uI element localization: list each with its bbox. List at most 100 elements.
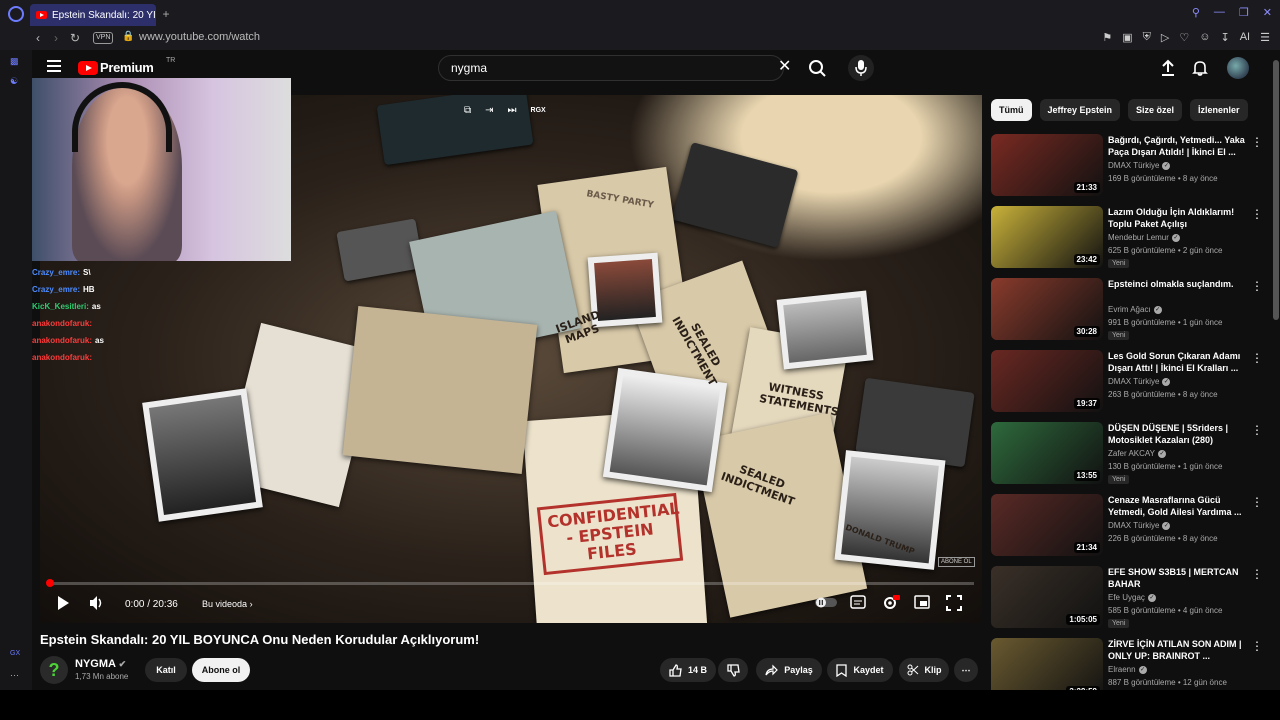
heart-icon[interactable]: ♡ bbox=[1179, 31, 1189, 44]
pip-icon[interactable]: ⧉ bbox=[464, 105, 471, 116]
clip-button[interactable]: Klip bbox=[899, 658, 949, 682]
recommended-video[interactable]: 30:28 Epsteinci olmakla suçlandım. Evrim A… bbox=[991, 278, 1271, 342]
sidebar-messenger-icon[interactable]: ▩ bbox=[10, 56, 22, 66]
subtitles-icon[interactable] bbox=[850, 595, 866, 609]
progress-bar[interactable] bbox=[46, 579, 974, 587]
video-title[interactable]: Lazım Olduğu İçin Aldıklarım! Toplu Pake… bbox=[1108, 206, 1248, 230]
video-thumbnail[interactable]: 19:37 bbox=[991, 350, 1103, 412]
save-button[interactable]: Kaydet bbox=[827, 658, 893, 682]
settings-gear-icon[interactable] bbox=[882, 595, 900, 611]
channel-name[interactable]: NYGMA ✔ bbox=[75, 658, 126, 670]
chip-2[interactable]: Size özel bbox=[1128, 99, 1183, 121]
video-title[interactable]: Les Gold Sorun Çıkaran Adamı Dışarı Attı… bbox=[1108, 350, 1248, 374]
video-thumbnail[interactable]: 30:28 bbox=[991, 278, 1103, 340]
recommended-video[interactable]: 21:33 Bağırdı, Çağırdı, Yetmedi... Yaka P… bbox=[991, 134, 1271, 198]
chat-username[interactable]: Crazy_emre: bbox=[32, 285, 80, 294]
like-button[interactable]: 14 B bbox=[660, 658, 716, 682]
back-icon[interactable]: ‹ bbox=[36, 31, 40, 45]
video-title[interactable]: Epsteinci olmakla suçlandım. bbox=[1108, 278, 1248, 290]
screenshot-icon[interactable]: ▣ bbox=[1122, 31, 1132, 44]
upload-icon[interactable] bbox=[1159, 59, 1177, 77]
profile-icon[interactable]: ☺ bbox=[1199, 31, 1210, 44]
channel-name[interactable]: DMAX Türkiye ✓ bbox=[1108, 161, 1171, 170]
sidebar-more-icon[interactable]: ⋯ bbox=[10, 670, 22, 680]
browser-logo-icon[interactable] bbox=[8, 6, 24, 22]
play-button[interactable] bbox=[56, 595, 70, 611]
recommended-video[interactable]: 19:37 Les Gold Sorun Çıkaran Adamı Dışarı… bbox=[991, 350, 1271, 414]
more-options-icon[interactable]: ⋮ bbox=[1251, 352, 1263, 364]
menu-icon[interactable]: ☰ bbox=[1260, 31, 1270, 44]
more-options-icon[interactable]: ⋮ bbox=[1251, 640, 1263, 652]
video-thumbnail[interactable]: 21:34 bbox=[991, 494, 1103, 556]
rgx-label[interactable]: RGX bbox=[531, 107, 546, 114]
more-actions-button[interactable]: ⋯ bbox=[954, 658, 978, 682]
recommended-video[interactable]: 23:42 Lazım Olduğu İçin Aldıklarım! Toplu… bbox=[991, 206, 1271, 270]
maximize-icon[interactable]: ❐ bbox=[1239, 6, 1249, 19]
chat-username[interactable]: KicK_Kesitleri: bbox=[32, 302, 89, 311]
volume-icon[interactable] bbox=[88, 595, 104, 611]
video-thumbnail[interactable]: 1:05:05 bbox=[991, 566, 1103, 628]
chat-username[interactable]: anakondofaruk: bbox=[32, 319, 92, 328]
fullscreen-icon[interactable] bbox=[946, 595, 962, 611]
minimize-icon[interactable]: — bbox=[1214, 6, 1225, 19]
search-input[interactable]: nygma bbox=[438, 55, 784, 81]
search-button[interactable] bbox=[804, 55, 832, 81]
subscribe-watermark[interactable]: ABONE OL bbox=[938, 557, 975, 567]
page-scrollbar[interactable] bbox=[1272, 50, 1280, 690]
vpn-badge[interactable]: VPN bbox=[93, 32, 114, 44]
active-tab[interactable]: Epstein Skandalı: 20 YIL Bo bbox=[30, 4, 156, 26]
video-thumbnail[interactable]: 21:33 bbox=[991, 134, 1103, 196]
channel-name[interactable]: DMAX Türkiye ✓ bbox=[1108, 521, 1171, 530]
forward-icon[interactable]: › bbox=[54, 31, 58, 45]
search-tabs-icon[interactable]: ⚲ bbox=[1192, 6, 1200, 19]
chip-1[interactable]: Jeffrey Epstein bbox=[1039, 99, 1121, 121]
bookmark-icon[interactable]: ⚑ bbox=[1102, 31, 1112, 44]
more-options-icon[interactable]: ⋮ bbox=[1251, 280, 1263, 292]
chapters-button[interactable]: Bu videoda › bbox=[202, 599, 253, 609]
new-tab-button[interactable]: + bbox=[160, 8, 172, 20]
sidebar-gx-icon[interactable]: GX bbox=[10, 650, 22, 660]
exit-icon[interactable]: ⇥ bbox=[485, 105, 493, 116]
more-options-icon[interactable]: ⋮ bbox=[1251, 424, 1263, 436]
lock-icon[interactable]: 🔒 bbox=[122, 31, 134, 42]
shield-icon[interactable]: ⛨ bbox=[1143, 31, 1151, 44]
dislike-button[interactable] bbox=[718, 658, 748, 682]
clear-search-icon[interactable]: ✕ bbox=[778, 58, 791, 76]
recommended-video[interactable]: 21:34 Cenaze Masraflarına Gücü Yetmedi, G… bbox=[991, 494, 1271, 558]
voice-search-button[interactable] bbox=[848, 55, 874, 81]
sidebar-gamepad-icon[interactable]: ☯ bbox=[10, 76, 22, 86]
video-title[interactable]: EFE SHOW S3B15 | MERTCAN BAHAR bbox=[1108, 566, 1248, 590]
notifications-bell-icon[interactable] bbox=[1191, 59, 1209, 77]
youtube-premium-logo[interactable]: Premium TR bbox=[78, 57, 175, 75]
download-icon[interactable]: ↧ bbox=[1221, 31, 1230, 44]
recommended-video[interactable]: 13:55 DÜŞEN DÜŞENE | 5Sriders | Motosikle… bbox=[991, 422, 1271, 486]
ai-icon[interactable]: AI bbox=[1240, 31, 1250, 44]
video-thumbnail[interactable]: 13:55 bbox=[991, 422, 1103, 484]
next-icon[interactable]: ⏭ bbox=[508, 105, 517, 116]
recommended-video[interactable]: 1:05:05 EFE SHOW S3B15 | MERTCAN BAHAR Efe… bbox=[991, 566, 1271, 630]
video-title[interactable]: Bağırdı, Çağırdı, Yetmedi... Yaka Paça D… bbox=[1108, 134, 1248, 158]
video-title[interactable]: ZİRVE İÇİN ATILAN SON ADIM | ONLY UP: BR… bbox=[1108, 638, 1248, 662]
scrollbar-thumb[interactable] bbox=[1273, 60, 1279, 320]
more-options-icon[interactable]: ⋮ bbox=[1251, 568, 1263, 580]
more-options-icon[interactable]: ⋮ bbox=[1251, 496, 1263, 508]
guide-menu-button[interactable] bbox=[47, 60, 61, 74]
more-options-icon[interactable]: ⋮ bbox=[1251, 208, 1263, 220]
chat-username[interactable]: anakondofaruk: bbox=[32, 336, 92, 345]
video-thumbnail[interactable]: 23:42 bbox=[991, 206, 1103, 268]
reload-icon[interactable]: ↻ bbox=[70, 31, 80, 45]
channel-name[interactable]: Elraenn ✓ bbox=[1108, 665, 1147, 674]
close-window-icon[interactable]: ✕ bbox=[1263, 6, 1272, 19]
miniplayer-icon[interactable] bbox=[914, 595, 930, 609]
share-button[interactable]: Paylaş bbox=[756, 658, 822, 682]
address-bar[interactable]: www.youtube.com/watch bbox=[139, 31, 260, 43]
subscribe-button[interactable]: Abone ol bbox=[192, 658, 250, 682]
account-avatar[interactable] bbox=[1227, 57, 1249, 79]
autoplay-toggle[interactable] bbox=[815, 595, 837, 609]
video-title[interactable]: DÜŞEN DÜŞENE | 5Sriders | Motosiklet Kaz… bbox=[1108, 422, 1248, 446]
channel-name[interactable]: Efe Uygaç ✓ bbox=[1108, 593, 1156, 602]
chip-3[interactable]: İzlenenler bbox=[1190, 99, 1248, 121]
channel-name[interactable]: Mendebur Lemur ✓ bbox=[1108, 233, 1180, 242]
more-options-icon[interactable]: ⋮ bbox=[1251, 136, 1263, 148]
scrubber-handle[interactable] bbox=[46, 579, 54, 587]
